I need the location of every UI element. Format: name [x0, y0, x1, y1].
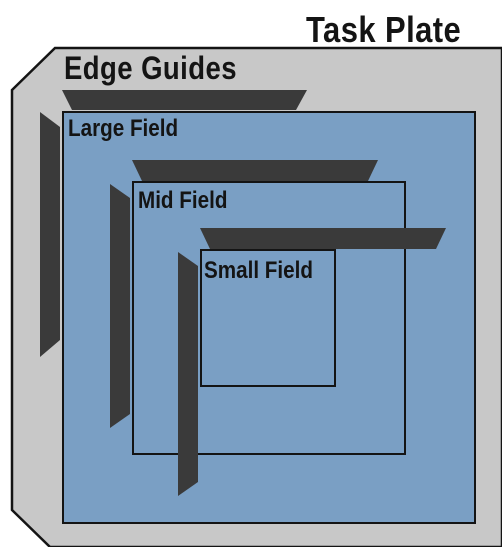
mid-field-left-guide	[110, 184, 130, 428]
large-field-label: Large Field	[68, 115, 179, 142]
small-field-top-guide	[200, 228, 446, 249]
diagram-title: Task Plate	[306, 9, 462, 50]
large-field-left-guide	[40, 112, 60, 357]
small-field-label: Small Field	[204, 257, 313, 284]
large-field-top-guide	[62, 90, 307, 110]
mid-field-top-guide	[132, 160, 378, 181]
mid-field-label: Mid Field	[138, 187, 228, 214]
task-plate-diagram: Task Plate Edge Guides Large Field Mid F…	[0, 0, 502, 549]
small-field-left-guide	[178, 252, 198, 496]
edge-guides-label: Edge Guides	[64, 50, 237, 86]
